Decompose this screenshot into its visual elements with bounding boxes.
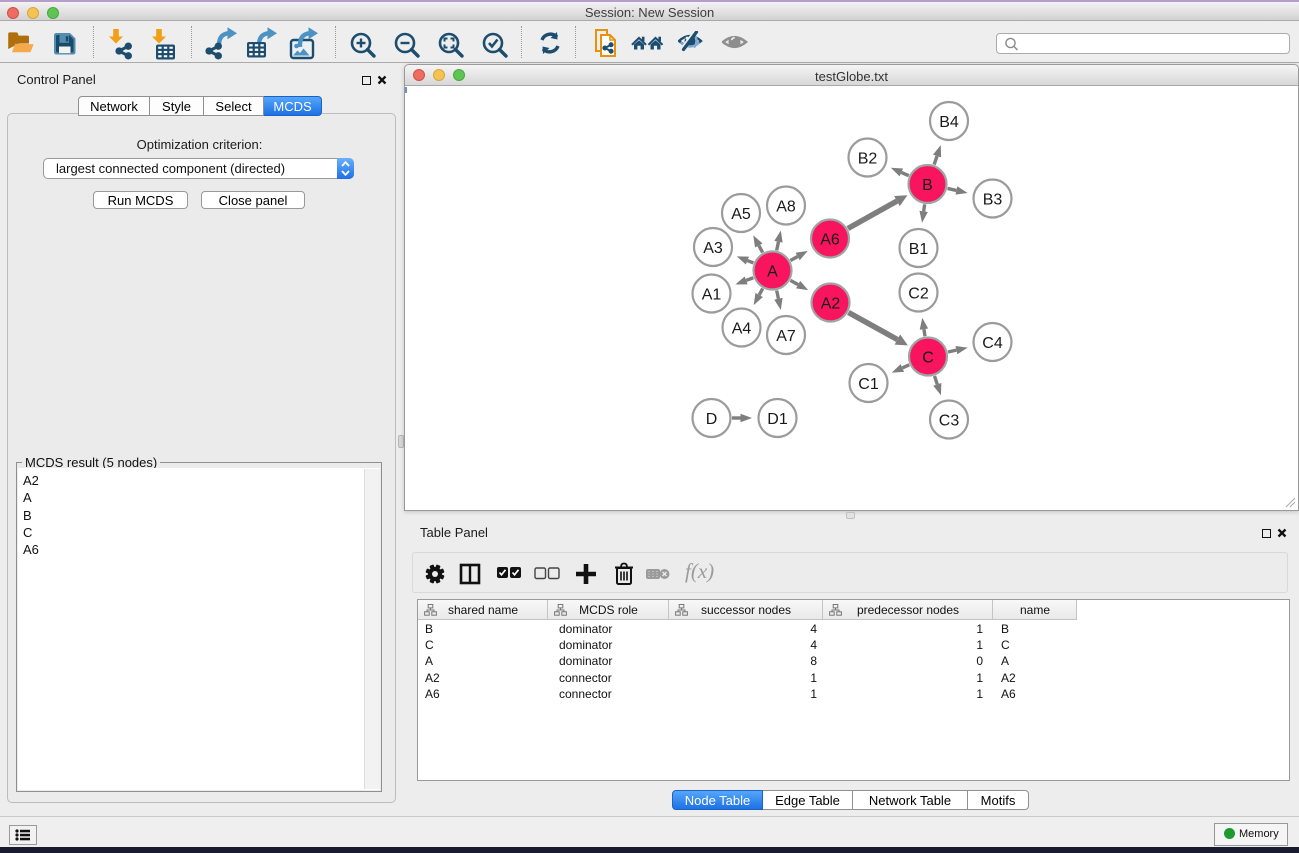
- svg-text:A: A: [767, 264, 778, 281]
- svg-text:A8: A8: [776, 199, 796, 216]
- svg-text:A5: A5: [731, 206, 751, 223]
- svg-text:A1: A1: [702, 287, 722, 304]
- svg-text:C: C: [922, 350, 934, 367]
- svg-text:B: B: [922, 177, 933, 194]
- svg-text:B4: B4: [939, 114, 959, 131]
- svg-text:A4: A4: [732, 321, 752, 338]
- svg-text:C1: C1: [858, 376, 879, 393]
- svg-text:A7: A7: [776, 328, 796, 345]
- svg-text:D: D: [706, 411, 718, 428]
- svg-text:C3: C3: [939, 413, 960, 430]
- svg-text:A6: A6: [820, 232, 840, 249]
- svg-text:A3: A3: [703, 240, 723, 257]
- svg-text:D1: D1: [767, 411, 788, 428]
- svg-text:B1: B1: [909, 241, 929, 258]
- svg-text:A2: A2: [821, 296, 841, 313]
- svg-text:B3: B3: [983, 192, 1003, 209]
- svg-text:B2: B2: [858, 151, 878, 168]
- svg-text:C2: C2: [908, 286, 929, 303]
- svg-text:C4: C4: [982, 335, 1003, 352]
